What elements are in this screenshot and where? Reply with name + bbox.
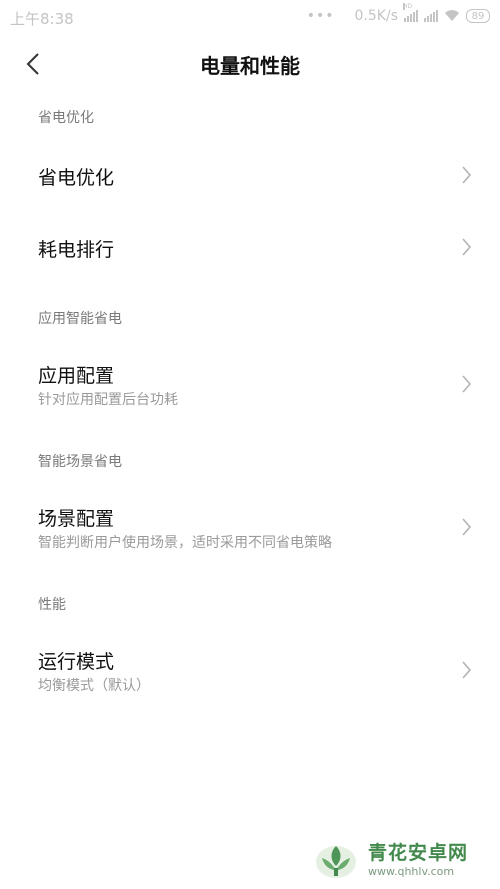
watermark-logo-icon <box>316 846 356 878</box>
section-label-performance: 性能 <box>38 597 66 613</box>
status-time: 上午8:38 <box>10 10 74 28</box>
chevron-right-icon <box>462 518 472 536</box>
watermark: 青花安卓网 www.qhhlv.com <box>312 840 468 880</box>
chevron-right-icon <box>462 166 472 184</box>
page-title: 电量和性能 <box>200 54 300 78</box>
status-indicators: ••• 0.5K/s HD 89 <box>306 3 490 24</box>
header: 电量和性能 <box>0 34 500 94</box>
list-item-title: 应用配置 <box>38 365 115 387</box>
chevron-right-icon <box>462 375 472 393</box>
list-item-power-saving-optimization[interactable]: 省电优化 <box>0 140 500 210</box>
list-item-power-usage-ranking[interactable]: 耗电排行 <box>0 212 500 282</box>
hd-label: HD <box>403 3 413 10</box>
list-item-title: 耗电排行 <box>38 239 115 261</box>
chevron-right-icon <box>462 661 472 679</box>
battery-level: 89 <box>471 10 485 22</box>
section-label-power-saving: 省电优化 <box>38 110 94 126</box>
chevron-right-icon <box>462 238 472 256</box>
list-item-subtitle: 均衡模式（默认） <box>38 678 150 694</box>
section-label-app-smart-saving: 应用智能省电 <box>38 311 122 327</box>
status-bar: 上午8:38 ••• 0.5K/s HD 89 <box>0 0 500 34</box>
battery-icon: 89 <box>466 9 490 23</box>
list-item-run-mode[interactable]: 运行模式 均衡模式（默认） <box>0 636 500 704</box>
list-item-scene-config[interactable]: 场景配置 智能判断用户使用场景，适时采用不同省电策略 <box>0 493 500 561</box>
more-dots-icon: ••• <box>306 8 335 24</box>
list-item-title: 省电优化 <box>38 167 115 189</box>
list-item-title: 场景配置 <box>38 508 115 530</box>
signal-icon-2 <box>424 10 438 22</box>
section-label-scene-smart-saving: 智能场景省电 <box>38 454 122 470</box>
wifi-icon <box>445 10 459 21</box>
list-item-app-config[interactable]: 应用配置 针对应用配置后台功耗 <box>0 350 500 418</box>
list-item-subtitle: 针对应用配置后台功耗 <box>38 392 178 408</box>
list-item-subtitle: 智能判断用户使用场景，适时采用不同省电策略 <box>38 535 332 551</box>
signal-icon: HD <box>403 3 418 22</box>
watermark-name: 青花安卓网 <box>368 841 469 864</box>
watermark-url: www.qhhlv.com <box>368 864 455 878</box>
network-speed: 0.5K/s <box>354 8 398 24</box>
list-item-title: 运行模式 <box>38 651 115 673</box>
